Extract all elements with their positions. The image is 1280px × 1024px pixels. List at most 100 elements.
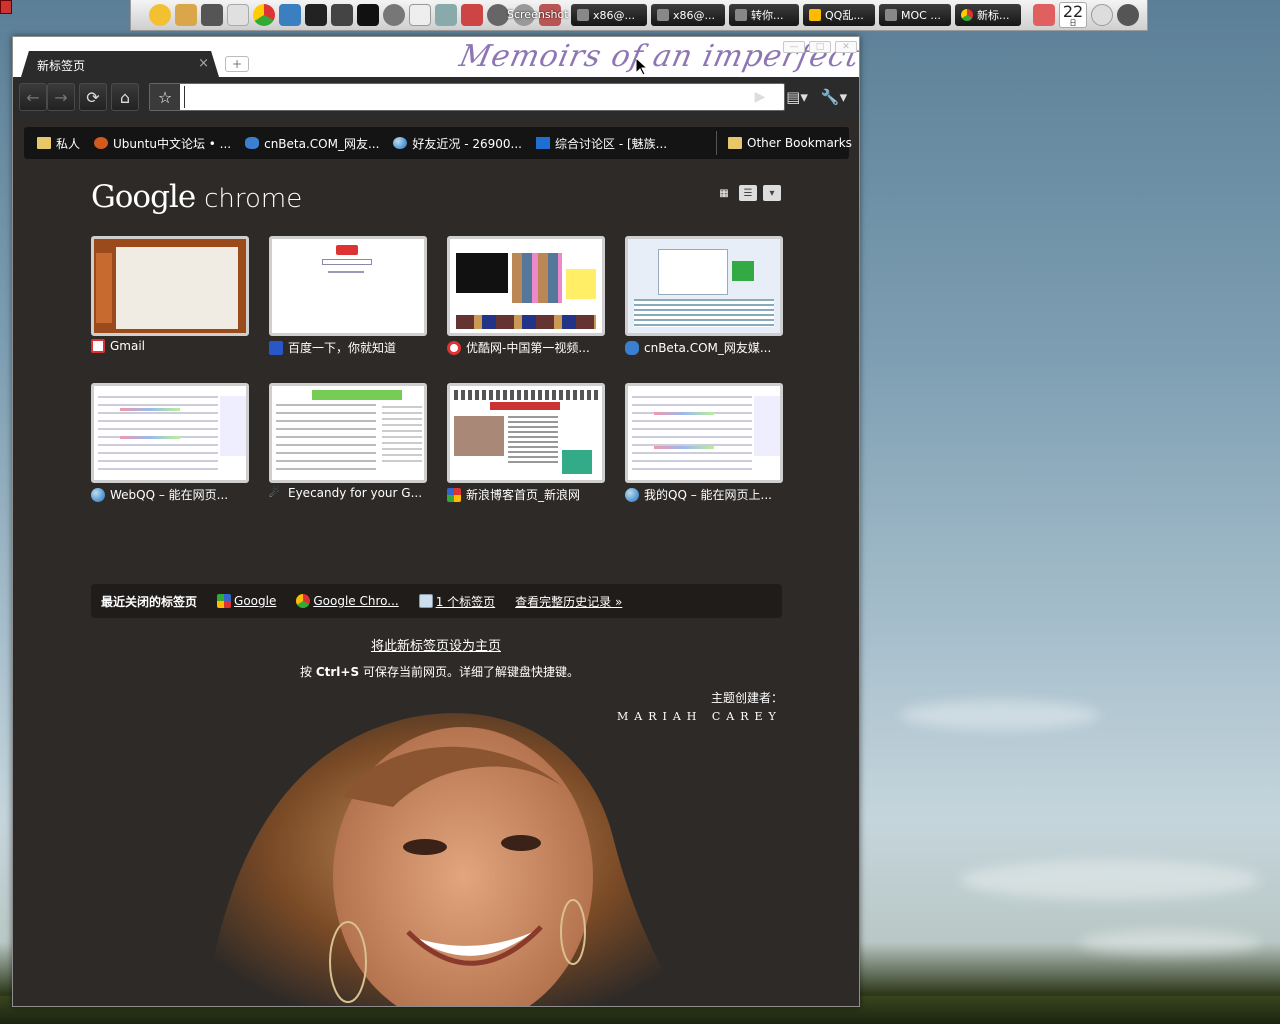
page-menu-button[interactable]: ▤▾ xyxy=(781,83,813,111)
camera-icon[interactable] xyxy=(487,4,509,26)
editor-icon[interactable] xyxy=(409,4,431,26)
workspace-icon[interactable] xyxy=(227,4,249,26)
full-history-link[interactable]: 查看完整历史记录 » xyxy=(515,593,622,610)
bookmark-item[interactable]: 好友近况 - 26900... xyxy=(386,135,529,152)
address-input[interactable] xyxy=(184,86,780,108)
wrench-menu-button[interactable]: 🔧▾ xyxy=(817,83,851,111)
terminal2-icon[interactable] xyxy=(331,4,353,26)
bookmark-item[interactable]: cnBeta.COM_网友... xyxy=(238,135,386,152)
window-icon xyxy=(418,594,433,608)
home-icon: ⌂ xyxy=(119,87,131,107)
gmail-icon xyxy=(91,339,105,353)
meizu-icon xyxy=(536,137,550,149)
monitor-app-icon[interactable] xyxy=(279,4,301,26)
maximize-button[interactable]: □ xyxy=(809,41,831,53)
chrome-icon xyxy=(961,9,973,21)
launcher-icon[interactable] xyxy=(149,4,171,26)
most-visited-tile[interactable]: 新浪博客首页_新浪网 xyxy=(447,383,605,503)
thumbnail-image xyxy=(447,236,605,336)
go-button[interactable]: ▶ xyxy=(748,83,772,111)
tab-close-icon[interactable]: × xyxy=(198,56,209,71)
cloud xyxy=(900,700,1100,730)
volume-icon[interactable] xyxy=(1117,4,1139,26)
recently-closed-bar: 最近关闭的标签页 Google Google Chro... 1 个标签页 查看… xyxy=(91,584,782,618)
cloud xyxy=(1080,930,1260,956)
thumbnail-image xyxy=(91,383,249,483)
set-homepage-link[interactable]: 将此新标签页设为主页 xyxy=(371,635,501,654)
tab-new-tab[interactable]: 新标签页 × xyxy=(21,51,219,77)
recent-item[interactable]: 1 个标签页 xyxy=(418,593,495,610)
desktop-corner-icon[interactable] xyxy=(0,0,12,14)
terminal-icon[interactable] xyxy=(305,4,327,26)
color-picker-icon[interactable] xyxy=(1033,4,1055,26)
logo-google: Google xyxy=(91,179,196,215)
taskbar-item[interactable]: x86@... xyxy=(651,4,725,26)
thumbnail-image xyxy=(447,383,605,483)
terminal-icon xyxy=(577,9,589,21)
back-button[interactable]: ← xyxy=(19,83,47,111)
taskbar-item[interactable]: x86@... xyxy=(571,4,647,26)
reload-button[interactable]: ⟳ xyxy=(79,83,107,111)
google-chrome-logo: Google chrome xyxy=(91,179,302,215)
thumbnail-image xyxy=(269,236,427,336)
top-panel: x86@... x86@... 转你... QQ乱... MOC ... 新标.… xyxy=(130,0,1148,31)
bookmark-item[interactable]: 私人 xyxy=(30,135,87,152)
most-visited-tile[interactable]: 百度一下，你就知道 xyxy=(269,236,427,356)
recent-item[interactable]: Google Chro... xyxy=(296,594,399,608)
most-visited-tile[interactable]: ☄ Eyecandy for your G... xyxy=(269,383,427,500)
display-icon[interactable] xyxy=(357,4,379,26)
editor-icon xyxy=(735,9,747,21)
taskbar-item[interactable]: QQ乱... xyxy=(803,4,875,26)
taskbar-item[interactable]: 转你... xyxy=(729,4,799,26)
screenshot-tool-icon[interactable] xyxy=(461,4,483,26)
taskbar-item-active[interactable]: 新标... xyxy=(955,4,1021,26)
most-visited-tile[interactable]: Gmail xyxy=(91,236,249,353)
new-tab-page: 私人 Ubuntu中文论坛 • ... cnBeta.COM_网友... 好友近… xyxy=(13,117,859,1006)
chrome-icon xyxy=(296,594,311,608)
minimize-button[interactable]: — xyxy=(783,41,805,53)
clock-icon[interactable] xyxy=(1091,4,1113,26)
forward-arrow-icon: → xyxy=(54,87,68,107)
taskbar-item[interactable]: MOC ... xyxy=(879,4,951,26)
files-icon[interactable] xyxy=(175,4,197,26)
window-switcher-icon[interactable] xyxy=(201,4,223,26)
view-menu-icon[interactable]: ▾ xyxy=(763,185,781,201)
mouse-cursor-icon xyxy=(636,58,648,76)
folder-icon xyxy=(37,137,51,149)
chrome-launcher-icon[interactable] xyxy=(253,4,275,26)
youku-icon xyxy=(447,340,461,355)
thumbnail-image xyxy=(625,383,783,483)
recent-item[interactable]: Google xyxy=(217,594,276,608)
new-tab-button[interactable]: + xyxy=(225,56,249,72)
thumbnail-image xyxy=(91,236,249,336)
bookmark-item[interactable]: 综合讨论区 - [魅族... xyxy=(529,135,674,152)
thumbnail-view-icon[interactable]: ▦ xyxy=(715,185,733,201)
globe-icon xyxy=(91,487,105,502)
back-arrow-icon: ← xyxy=(26,87,40,107)
recently-closed-label: 最近关闭的标签页 xyxy=(101,594,198,609)
forward-button[interactable]: → xyxy=(47,83,75,111)
home-button[interactable]: ⌂ xyxy=(111,83,139,111)
bookmark-star-icon[interactable]: ☆ xyxy=(150,84,180,110)
bookmarks-bar: 私人 Ubuntu中文论坛 • ... cnBeta.COM_网友... 好友近… xyxy=(24,127,852,159)
thumbnail-image xyxy=(625,236,783,336)
most-visited-tile[interactable]: WebQQ – 能在网页... xyxy=(91,383,249,503)
tools-icon[interactable] xyxy=(435,4,457,26)
list-view-icon[interactable]: ☰ xyxy=(739,185,757,201)
most-visited-tile[interactable]: cnBeta.COM_网友媒... xyxy=(625,236,783,356)
cloud xyxy=(960,860,1260,900)
tab-title: 新标签页 xyxy=(37,59,86,73)
close-window-button[interactable]: ✕ xyxy=(835,41,857,53)
browser-window: 新标签页 × + Memoirs of an imperfect — □ ✕ ←… xyxy=(12,36,860,1007)
logo-chrome: chrome xyxy=(204,184,303,214)
bookmarks-separator xyxy=(716,131,717,155)
most-visited-tile[interactable]: 优酷网-中国第一视频... xyxy=(447,236,605,356)
bookmark-item[interactable]: Ubuntu中文论坛 • ... xyxy=(87,135,238,152)
other-bookmarks[interactable]: Other Bookmarks xyxy=(721,127,859,159)
baidu-icon xyxy=(269,340,283,355)
calendar-clock[interactable]: 22 日 xyxy=(1059,2,1087,28)
most-visited-tile[interactable]: 我的QQ – 能在网页上... xyxy=(625,383,783,503)
speaker-app-icon[interactable] xyxy=(383,4,405,26)
eyecandy-icon: ☄ xyxy=(269,486,280,500)
terminal-icon xyxy=(657,9,669,21)
